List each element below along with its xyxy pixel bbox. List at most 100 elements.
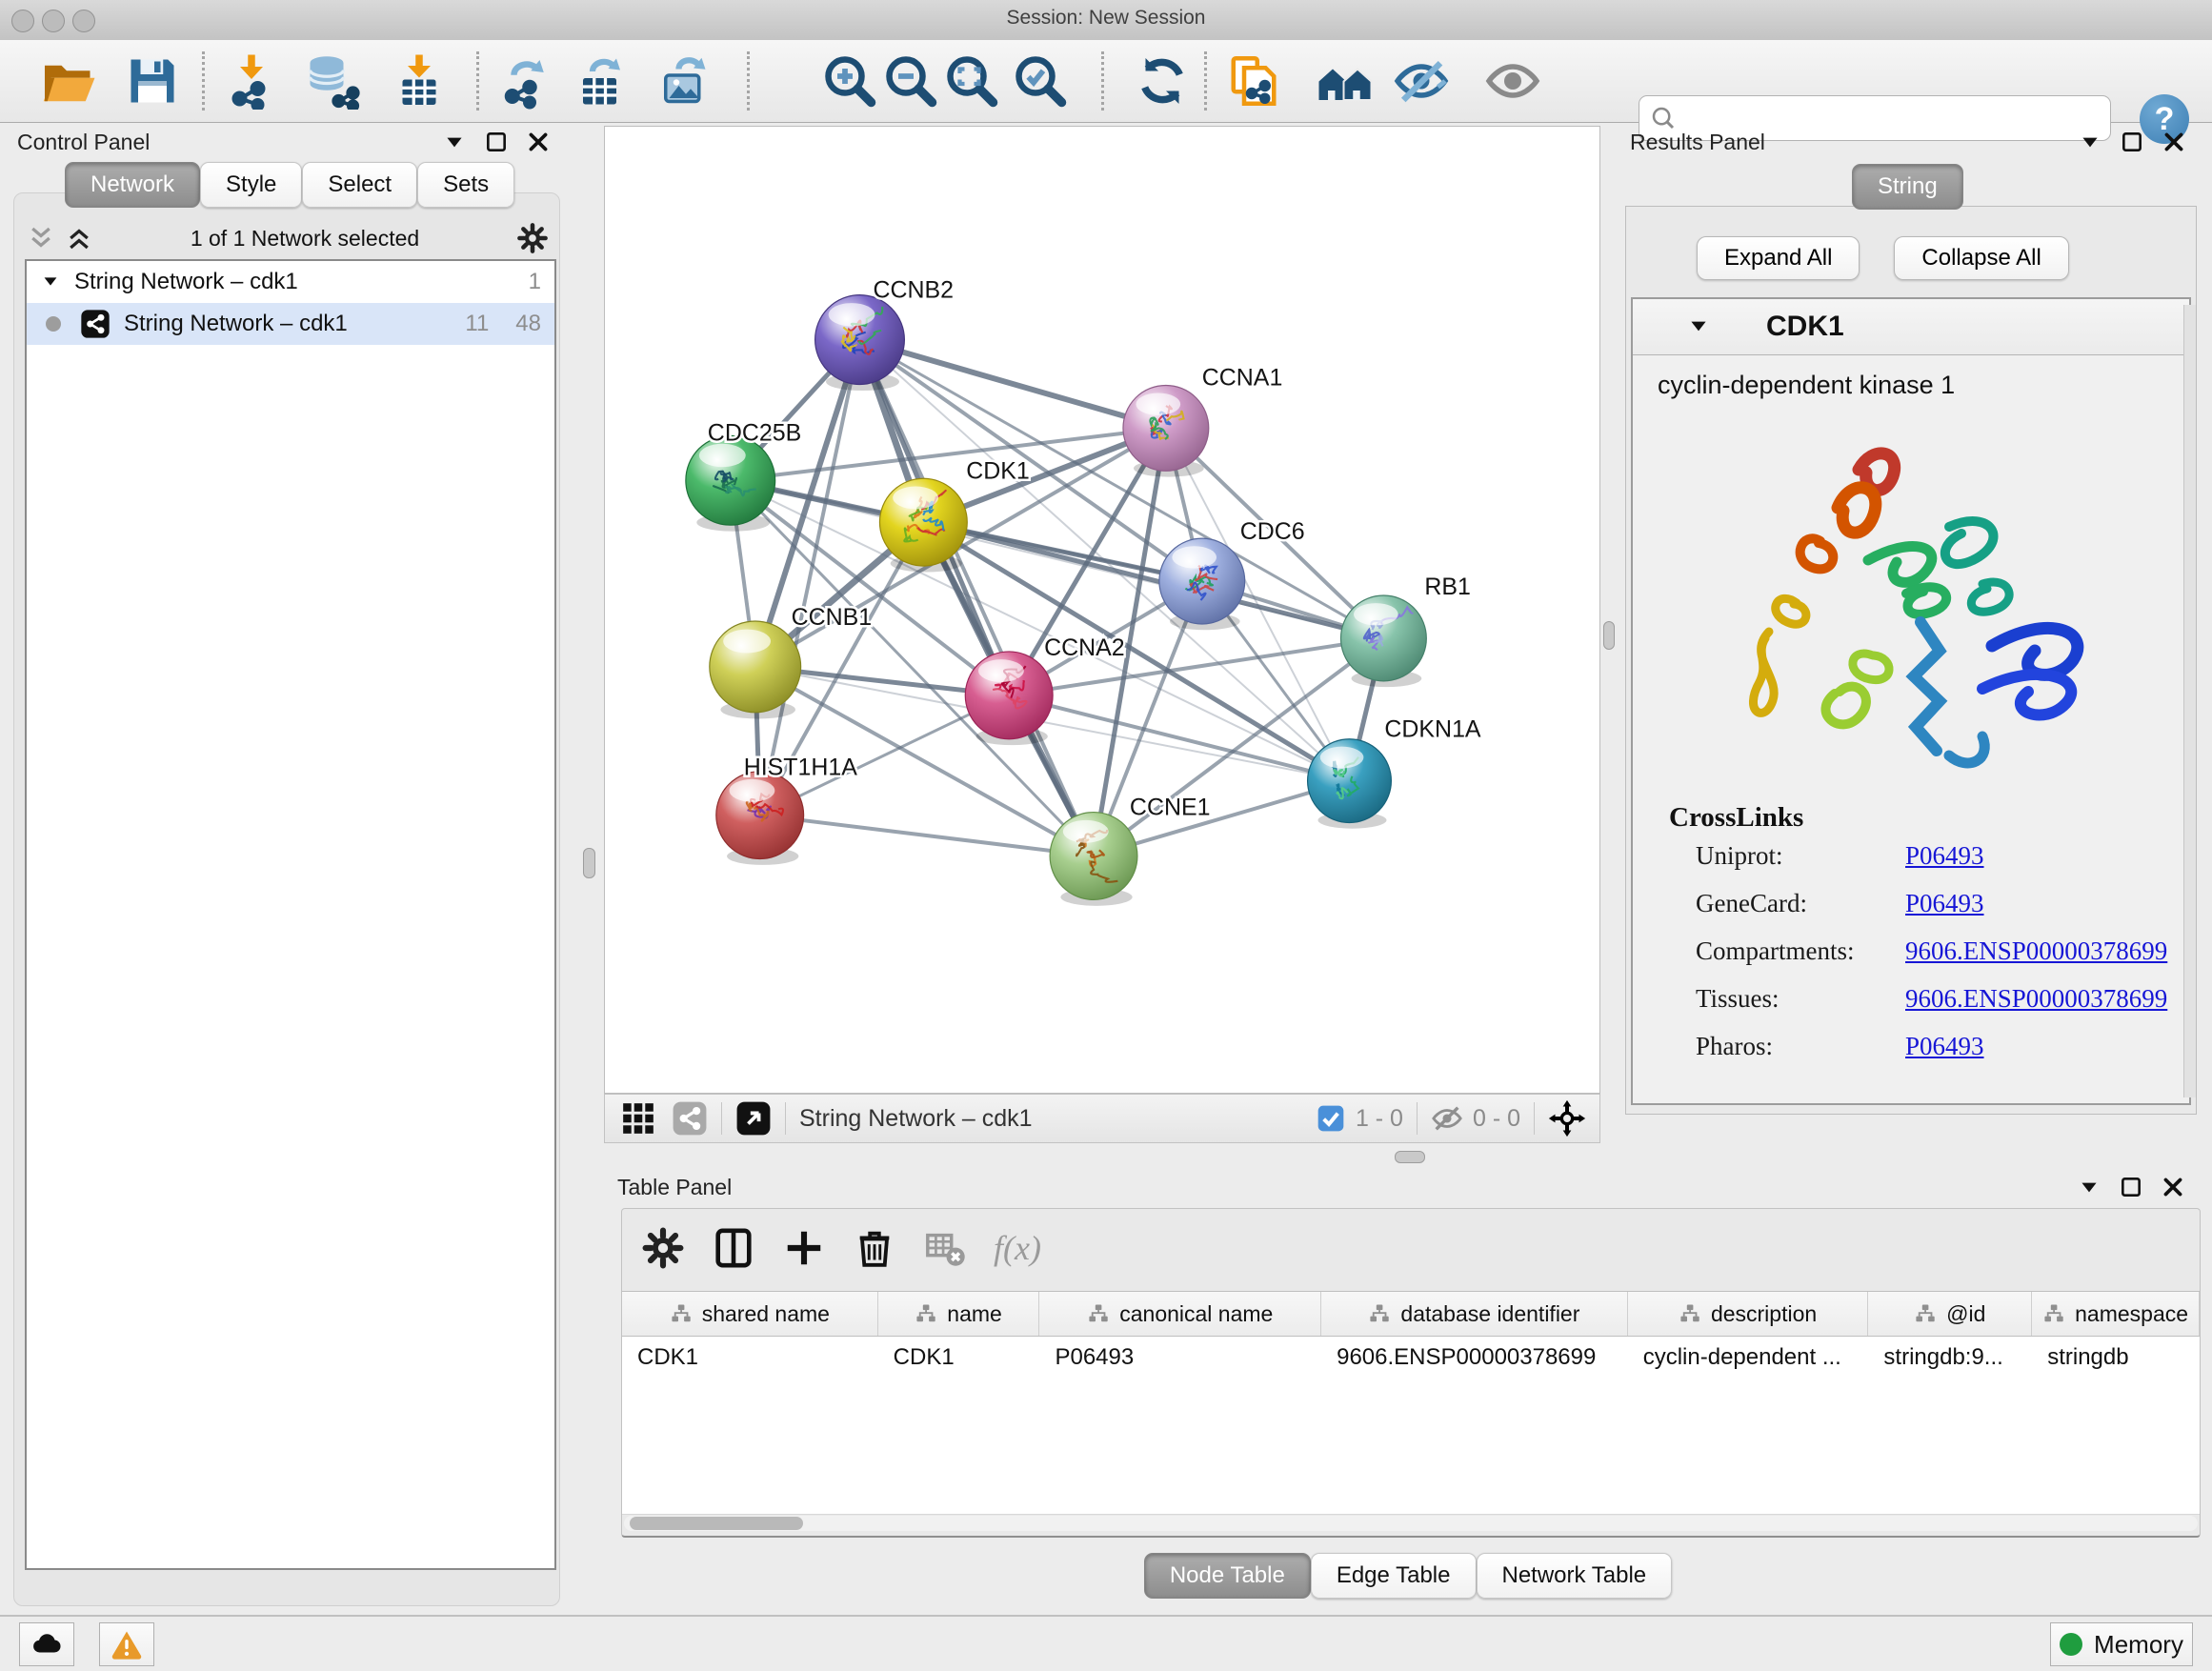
zoom-out-button[interactable] xyxy=(882,52,939,110)
column-header-database-identifier[interactable]: database identifier xyxy=(1321,1292,1628,1336)
tab-network[interactable]: Network xyxy=(65,162,200,208)
network-canvas[interactable]: CCNB2CCNA1CDC25BCDK1CDC6RB1CCNB1CCNA2CDK… xyxy=(604,126,1600,1094)
crosslink-value-link[interactable]: P06493 xyxy=(1905,841,1984,871)
control-panel-header: Control Panel xyxy=(8,124,564,160)
tab-sets[interactable]: Sets xyxy=(417,162,514,208)
warnings-button[interactable] xyxy=(99,1622,154,1666)
function-builder-button[interactable]: f(x) xyxy=(994,1228,1041,1268)
show-selected-button[interactable] xyxy=(1484,52,1541,110)
grid-view-icon[interactable] xyxy=(620,1100,656,1137)
fit-selected-crosshair-icon[interactable] xyxy=(1548,1099,1586,1137)
zoom-in-button[interactable] xyxy=(821,52,878,110)
network-node-cdk1[interactable]: CDK1 xyxy=(879,457,1029,572)
zoom-fit-button[interactable] xyxy=(943,52,1000,110)
export-image-button[interactable] xyxy=(657,52,714,110)
import-table-button[interactable] xyxy=(391,52,448,110)
expand-all-button[interactable]: Expand All xyxy=(1697,236,1860,280)
tab-style[interactable]: Style xyxy=(200,162,302,208)
collapse-all-icon[interactable] xyxy=(27,224,55,252)
column-header-namespace[interactable]: namespace xyxy=(2032,1292,2200,1336)
tab-edge-table[interactable]: Edge Table xyxy=(1311,1553,1477,1599)
network-node-cdkn1a[interactable]: CDKN1A xyxy=(1308,716,1481,829)
export-network-button[interactable] xyxy=(497,52,554,110)
share-view-icon[interactable] xyxy=(672,1100,708,1137)
network-node-ccnb2[interactable]: CCNB2 xyxy=(815,277,954,391)
import-database-button[interactable] xyxy=(303,52,360,110)
tab-node-table[interactable]: Node Table xyxy=(1144,1553,1311,1599)
crosslink-label: Compartments: xyxy=(1696,936,1905,966)
table-horizontal-scrollbar[interactable] xyxy=(624,1516,2198,1531)
clear-table-button[interactable] xyxy=(923,1226,967,1270)
network-status-dot xyxy=(46,316,61,332)
open-folder-button[interactable] xyxy=(40,52,97,110)
import-database-icon xyxy=(303,52,360,110)
split-columns-icon xyxy=(712,1226,755,1270)
string-network-badge-icon xyxy=(80,309,111,339)
network-node-rb1[interactable]: RB1 xyxy=(1341,574,1471,687)
tree-expander-icon[interactable] xyxy=(40,272,61,292)
right-splitter-handle[interactable] xyxy=(1603,621,1615,650)
panel-menu-icon[interactable] xyxy=(2078,130,2102,154)
bottom-splitter-handle[interactable] xyxy=(1395,1151,1425,1163)
crosslink-label: Pharos: xyxy=(1696,1032,1905,1061)
results-scrollbar[interactable] xyxy=(2183,305,2196,1097)
cloud-button[interactable] xyxy=(19,1622,74,1666)
left-splitter-handle[interactable] xyxy=(583,848,595,878)
panel-menu-icon[interactable] xyxy=(442,130,467,154)
gene-description: cyclin-dependent kinase 1 xyxy=(1658,371,2189,400)
scrollbar-thumb[interactable] xyxy=(630,1517,803,1530)
zoom-selected-button[interactable] xyxy=(1012,52,1069,110)
open-in-window-icon[interactable] xyxy=(735,1100,772,1137)
table-row[interactable]: CDK1CDK1P064939606.ENSP00000378699cyclin… xyxy=(622,1337,2200,1379)
network-node-hist1h1a[interactable]: HIST1H1A xyxy=(716,755,857,865)
tab-select[interactable]: Select xyxy=(302,162,417,208)
crosslink-value-link[interactable]: 9606.ENSP00000378699 xyxy=(1905,936,2167,966)
memory-button[interactable]: Memory xyxy=(2050,1622,2193,1666)
add-column-button[interactable] xyxy=(782,1226,826,1270)
crosslink-value-link[interactable]: P06493 xyxy=(1905,889,1984,918)
save-button[interactable] xyxy=(124,52,181,110)
column-header-name[interactable]: name xyxy=(878,1292,1040,1336)
crosslink-row: Compartments:9606.ENSP00000378699 xyxy=(1696,936,2189,966)
crosslink-value-link[interactable]: 9606.ENSP00000378699 xyxy=(1905,984,2167,1014)
selected-checkbox-icon[interactable] xyxy=(1316,1103,1346,1134)
export-table-button[interactable] xyxy=(573,52,631,110)
float-panel-icon[interactable] xyxy=(2119,1175,2143,1199)
float-panel-icon[interactable] xyxy=(2120,130,2144,154)
float-panel-icon[interactable] xyxy=(484,130,509,154)
column-header-description[interactable]: description xyxy=(1628,1292,1869,1336)
collapse-all-button[interactable]: Collapse All xyxy=(1894,236,2068,280)
network-graph[interactable]: CCNB2CCNA1CDC25BCDK1CDC6RB1CCNB1CCNA2CDK… xyxy=(605,127,1599,1093)
gene-card-header[interactable]: CDK1 xyxy=(1633,299,2189,355)
settings-gear-button[interactable] xyxy=(641,1226,685,1270)
window-title: Session: New Session xyxy=(0,7,2212,30)
delete-button[interactable] xyxy=(853,1226,896,1270)
node-label: RB1 xyxy=(1424,574,1471,600)
crosslink-value-link[interactable]: P06493 xyxy=(1905,1032,1984,1061)
network-selection-summary: 1 of 1 Network selected xyxy=(93,226,516,252)
network-row-selected[interactable]: String Network – cdk1 11 48 xyxy=(27,303,554,345)
panel-menu-icon[interactable] xyxy=(2077,1175,2101,1199)
close-panel-icon[interactable] xyxy=(526,130,551,154)
network-node-ccna1[interactable]: CCNA1 xyxy=(1123,364,1282,476)
column-header--id[interactable]: @id xyxy=(1868,1292,2032,1336)
collapse-section-icon[interactable] xyxy=(1686,314,1711,339)
close-panel-icon[interactable] xyxy=(2162,130,2186,154)
split-columns-button[interactable] xyxy=(712,1226,755,1270)
tab-string[interactable]: String xyxy=(1852,164,1963,210)
copy-network-button[interactable] xyxy=(1225,52,1282,110)
import-network-button[interactable] xyxy=(223,52,280,110)
refresh-button[interactable] xyxy=(1134,52,1191,110)
home-button[interactable] xyxy=(1317,52,1374,110)
crosslink-label: GeneCard: xyxy=(1696,889,1905,918)
hide-selected-button[interactable] xyxy=(1393,52,1450,110)
column-header-canonical-name[interactable]: canonical name xyxy=(1039,1292,1321,1336)
column-header-shared-name[interactable]: shared name xyxy=(622,1292,878,1336)
tab-network-table[interactable]: Network Table xyxy=(1477,1553,1673,1599)
close-panel-icon[interactable] xyxy=(2161,1175,2185,1199)
expand-all-icon[interactable] xyxy=(65,224,93,252)
network-collection-row[interactable]: String Network – cdk1 1 xyxy=(27,261,554,303)
settings-gear-icon[interactable] xyxy=(516,222,549,254)
network-edge xyxy=(860,340,1095,856)
hidden-eye-slash-icon[interactable] xyxy=(1431,1102,1463,1135)
